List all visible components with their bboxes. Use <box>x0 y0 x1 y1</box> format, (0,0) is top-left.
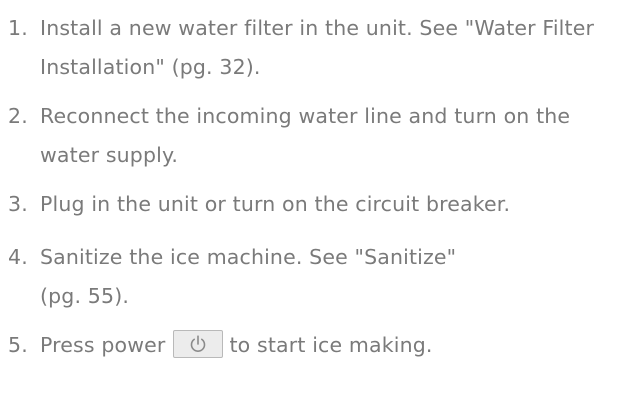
step-number: 2. <box>8 104 28 128</box>
instruction-steps: 1. Install a new water filter in the uni… <box>8 9 633 375</box>
step-text-after: to start ice making. <box>229 333 433 357</box>
step-number: 4. <box>8 245 28 269</box>
step-text: Press power to start ice making. <box>40 326 633 365</box>
step-text-line-1: Sanitize the ice machine. See "Sanitize" <box>40 245 457 269</box>
step-text-before: Press power <box>40 333 166 357</box>
power-button[interactable] <box>173 330 224 358</box>
step-number: 1. <box>8 16 28 40</box>
power-icon <box>191 335 206 352</box>
step-text: Sanitize the ice machine. See "Sanitize"… <box>40 238 633 316</box>
step-text-line-2: (pg. 55). <box>40 284 130 308</box>
step-number: 3. <box>8 192 28 216</box>
step-text: Reconnect the incoming water line and tu… <box>40 104 571 167</box>
step-3: 3. Plug in the unit or turn on the circu… <box>8 185 633 224</box>
step-text: Install a new water filter in the unit. … <box>40 16 595 79</box>
step-4: 4. Sanitize the ice machine. See "Saniti… <box>8 238 633 316</box>
step-5: 5. Press power to start ice making. <box>8 326 633 365</box>
step-2: 2. Reconnect the incoming water line and… <box>8 97 633 175</box>
step-text: Plug in the unit or turn on the circuit … <box>40 192 511 216</box>
step-1: 1. Install a new water filter in the uni… <box>8 9 633 87</box>
step-number: 5. <box>8 333 28 357</box>
